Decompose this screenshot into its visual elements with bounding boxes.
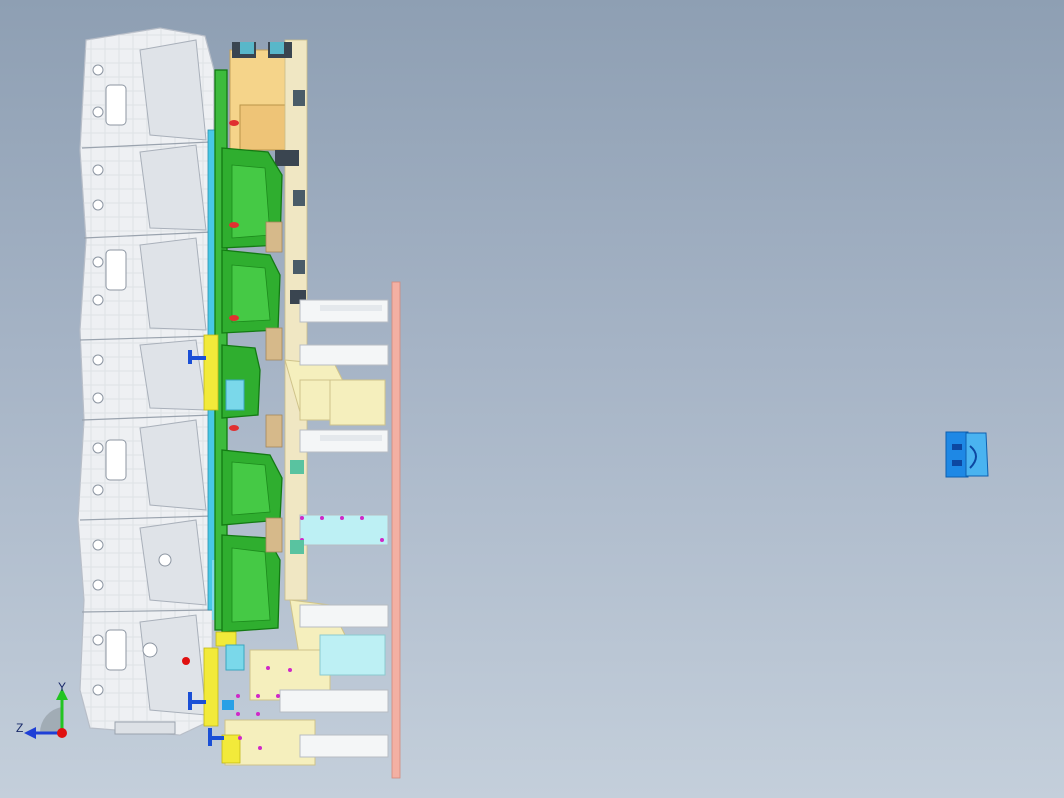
blue-bracket-part-icon[interactable] xyxy=(945,431,989,478)
coordinate-triad xyxy=(24,688,68,739)
triad-z-label: Z xyxy=(16,721,24,735)
die-stack[interactable] xyxy=(77,27,215,736)
back-plate[interactable] xyxy=(391,281,401,779)
cad-viewport[interactable]: Y Z xyxy=(0,0,1064,798)
triad-origin xyxy=(57,728,67,738)
triad-y-label: Y xyxy=(58,680,67,694)
cad-assembly-model[interactable] xyxy=(0,0,1064,798)
